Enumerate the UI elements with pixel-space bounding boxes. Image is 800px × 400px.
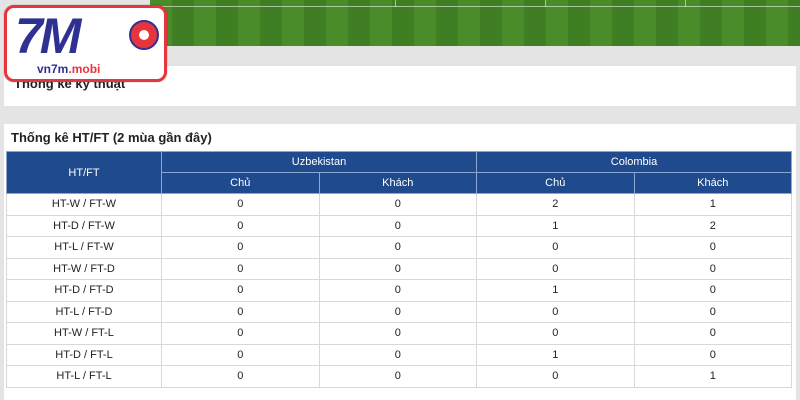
table-cell: 0 (476, 322, 635, 345)
table-cell: 0 (318, 193, 477, 216)
column-header-away: Khách (318, 172, 477, 194)
table-cell: 0 (161, 236, 320, 259)
table-cell: 0 (633, 279, 792, 302)
table-cell: 0 (633, 236, 792, 259)
football-icon (129, 20, 159, 50)
table-cell: 0 (161, 322, 320, 345)
row-label: HT-W / FT-L (6, 322, 162, 345)
logo-domain: vn7m.mobi (37, 62, 100, 76)
ht-ft-panel: Thống kê HT/FT (2 mùa gần đây) HT/FT Uzb… (4, 124, 796, 400)
table-cell: 0 (318, 279, 477, 302)
table-cell: 0 (161, 193, 320, 216)
table-cell: 0 (161, 365, 320, 388)
logo-domain-main: vn7m (37, 62, 69, 76)
table-cell: 1 (476, 343, 635, 366)
column-header-home: Chủ (476, 172, 635, 194)
table-cell: 0 (318, 257, 477, 280)
table-row: HT-L / FT-D 0 0 0 0 (6, 300, 792, 323)
table-row: HT-W / FT-D 0 0 0 0 (6, 257, 792, 280)
row-label: HT-L / FT-L (6, 365, 162, 388)
table-cell: 2 (633, 214, 792, 237)
logo-domain-suffix: .mobi (68, 62, 101, 76)
table-cell: 0 (476, 236, 635, 259)
pitch-line (685, 0, 686, 7)
table-row: HT-L / FT-L 0 0 0 1 (6, 365, 792, 388)
table-cell: 0 (161, 257, 320, 280)
table-cell: 0 (318, 322, 477, 345)
table-row: HT-W / FT-W 0 0 2 1 (6, 193, 792, 216)
row-header: HT/FT (6, 151, 162, 194)
table-cell: 0 (318, 300, 477, 323)
pitch-line (150, 6, 800, 7)
row-label: HT-D / FT-L (6, 343, 162, 366)
table-cell: 0 (476, 300, 635, 323)
pitch-line (545, 0, 546, 7)
row-label: HT-D / FT-D (6, 279, 162, 302)
column-header-home: Chủ (161, 172, 320, 194)
ht-ft-title: Thống kê HT/FT (2 mùa gần đây) (11, 130, 212, 145)
column-header-away: Khách (633, 172, 792, 194)
table-cell: 0 (318, 214, 477, 237)
table-cell: 0 (318, 365, 477, 388)
table-cell: 0 (633, 322, 792, 345)
table-cell: 0 (318, 343, 477, 366)
table-cell: 0 (161, 279, 320, 302)
table-cell: 0 (476, 365, 635, 388)
table-cell: 2 (476, 193, 635, 216)
table-cell: 1 (476, 279, 635, 302)
table-cell: 1 (476, 214, 635, 237)
row-label: HT-D / FT-W (6, 214, 162, 237)
row-label: HT-W / FT-D (6, 257, 162, 280)
table-cell: 1 (633, 365, 792, 388)
table-cell: 1 (633, 193, 792, 216)
pitch-banner (150, 0, 800, 46)
ht-ft-table-body: HT-W / FT-W 0 0 2 1 HT-D / FT-W 0 0 1 2 HT-L / FT-… (6, 193, 792, 388)
table-cell: 0 (633, 343, 792, 366)
team-header-uzbekistan: Uzbekistan (161, 151, 477, 173)
table-cell: 0 (318, 236, 477, 259)
table-row: HT-D / FT-W 0 0 1 2 (6, 214, 792, 237)
table-cell: 0 (476, 257, 635, 280)
table-row: HT-D / FT-L 0 0 1 0 (6, 343, 792, 366)
row-label: HT-L / FT-W (6, 236, 162, 259)
team-header-colombia: Colombia (476, 151, 792, 173)
pitch-line (395, 0, 396, 7)
row-label: HT-L / FT-D (6, 300, 162, 323)
table-row: HT-W / FT-L 0 0 0 0 (6, 322, 792, 345)
table-cell: 0 (161, 343, 320, 366)
table-cell: 0 (161, 214, 320, 237)
table-row: HT-L / FT-W 0 0 0 0 (6, 236, 792, 259)
table-cell: 0 (161, 300, 320, 323)
table-cell: 0 (633, 257, 792, 280)
site-logo[interactable]: 7M vn7m.mobi (4, 5, 167, 82)
row-label: HT-W / FT-W (6, 193, 162, 216)
ht-ft-table: HT/FT Uzbekistan Colombia Chủ Khách Chủ … (6, 151, 792, 388)
table-row: HT-D / FT-D 0 0 1 0 (6, 279, 792, 302)
logo-mark: 7M (15, 8, 81, 64)
table-cell: 0 (633, 300, 792, 323)
